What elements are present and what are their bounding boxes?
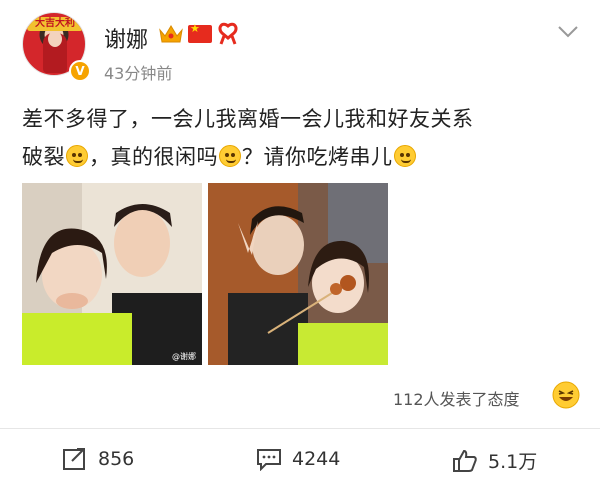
post-text: 差不多得了，一会儿我离婚一会儿我和好友关系 破裂 ，真的很闲吗 ？请你吃烤串儿 [22, 100, 582, 176]
comment-button[interactable]: 4244 [256, 447, 340, 471]
ribbon-icon[interactable] [216, 22, 240, 46]
repost-button[interactable]: 856 [62, 447, 134, 471]
comment-count: 4244 [292, 448, 341, 470]
post-line-1: 差不多得了，一会儿我离婚一会儿我和好友关系 [22, 107, 474, 131]
username[interactable]: 谢娜 [104, 22, 148, 54]
verified-badge: V [69, 60, 91, 82]
photo-right[interactable] [208, 183, 388, 365]
photo-watermark: @谢娜 [172, 351, 196, 361]
china-flag-icon[interactable] [188, 22, 212, 43]
thumbs-up-icon [453, 449, 477, 472]
photo-left[interactable]: @谢娜 [22, 183, 202, 365]
comment-icon [257, 449, 281, 471]
avatar-face [48, 31, 62, 47]
post-line-2-part-2: ，真的很闲吗 [89, 145, 218, 169]
chevron-down-icon[interactable] [556, 24, 580, 40]
post-line-2-part-3: ？请你吃烤串儿 [242, 145, 393, 169]
divider [0, 428, 600, 429]
confused-emoji-icon [219, 145, 241, 167]
laugh-emoji-icon[interactable] [552, 381, 580, 409]
user-badges [158, 22, 240, 46]
post-time: 43分钟前 [104, 64, 173, 83]
tongue-emoji-icon [393, 145, 416, 167]
post-line-2-part-1: 破裂 [22, 145, 65, 169]
repost-count: 856 [98, 448, 135, 470]
avatar-banner: 大吉大利 [27, 17, 83, 31]
post-line-2: 破裂 ，真的很闲吗 ？请你吃烤串儿 [22, 138, 582, 176]
crown-icon[interactable] [158, 22, 184, 46]
repost-icon [63, 448, 85, 470]
like-count: 5.1万 [488, 451, 538, 473]
reactions-summary[interactable]: 112人发表了态度 [393, 386, 520, 410]
like-button[interactable]: 5.1万 [452, 447, 537, 474]
smirk-emoji-icon [66, 145, 88, 167]
